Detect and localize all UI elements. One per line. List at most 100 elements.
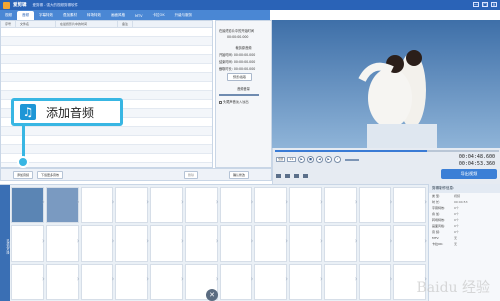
empty-clip-slot	[115, 187, 149, 224]
empty-clip-slot	[219, 225, 253, 262]
clip-duration-input[interactable]: 00:00:00.000	[234, 67, 255, 71]
clip-timeline: 已添加片段	[0, 184, 428, 301]
callout-pointer-dot	[17, 156, 29, 168]
delete-button[interactable]: 删除	[184, 171, 199, 179]
play-icon[interactable]: ▶	[298, 156, 305, 163]
empty-clip-slot	[184, 225, 218, 262]
stop-icon[interactable]: ■	[307, 156, 314, 163]
playback-buttons: 全屏 1:1 ▶ ■ ◀ ▶ ♪	[276, 156, 359, 163]
download-effects-button[interactable]: 下载更多音效	[37, 171, 64, 179]
list-item[interactable]	[1, 64, 212, 73]
tab-mtv[interactable]: MTV	[130, 11, 148, 20]
list-item[interactable]	[1, 55, 212, 64]
empty-clip-slot	[115, 225, 149, 262]
clip-section-title: 裁剪原音频	[235, 46, 252, 50]
empty-clip-slot	[80, 263, 114, 300]
clip-thumbnail[interactable]	[45, 187, 79, 224]
col-filename: 文件名	[16, 21, 57, 27]
tab-subtitle-effects[interactable]: 字幕特效	[34, 11, 58, 20]
tab-picture-style[interactable]: 画面风格	[106, 11, 130, 20]
empty-clip-slot	[184, 187, 218, 224]
watermark: Baidu 经验	[416, 280, 490, 296]
add-audio-button[interactable]: 添加音频	[13, 171, 34, 179]
volume-slider[interactable]	[345, 158, 359, 161]
empty-clip-slot	[323, 225, 357, 262]
list-item[interactable]	[1, 82, 212, 91]
clip-duration-row: 截取时长: 00:00:00.000	[216, 65, 271, 72]
fade-checkbox[interactable]	[219, 100, 222, 104]
empty-clip-slot	[150, 263, 183, 300]
clip-end-label: 结束时间:	[219, 60, 233, 64]
fade-checkbox-row[interactable]: 头尾声音淡入淡出	[216, 98, 271, 105]
seek-bar[interactable]	[275, 150, 499, 152]
callout-pointer-line	[22, 126, 25, 158]
list-item[interactable]	[1, 136, 212, 145]
collapse-icon[interactable]: ✕	[206, 289, 218, 301]
close-button[interactable]: ×	[491, 2, 497, 7]
list-item[interactable]	[1, 127, 212, 136]
prev-frame-icon[interactable]: ◀	[316, 156, 323, 163]
list-item[interactable]	[1, 46, 212, 55]
volume-icon[interactable]: ♪	[334, 156, 341, 163]
empty-clip-slot	[323, 263, 357, 300]
col-index: 序号	[1, 21, 17, 27]
main-tabs: 视频 音频 字幕特效 叠加素材 转场特效 画面风格 MTV 卡拉OK 升级与服务	[0, 10, 270, 20]
original-size-button[interactable]: 1:1	[287, 157, 296, 162]
fullscreen-button[interactable]: 全屏	[276, 157, 285, 162]
empty-clip-slot	[393, 187, 427, 224]
time-readout: 00:04:48.600 00:04:53.360	[459, 154, 495, 168]
empty-clip-slot	[45, 225, 79, 262]
clip-thumbnail[interactable]	[11, 187, 44, 224]
volume-title: 音频音量	[237, 87, 250, 91]
tab-video[interactable]: 视频	[0, 11, 17, 20]
empty-clip-slot	[254, 187, 288, 224]
clip-end-input[interactable]: 00:00:00.000	[234, 60, 255, 64]
list-item[interactable]	[1, 37, 212, 46]
clip-end-row: 结束时间: 00:00:00.000	[216, 58, 271, 65]
empty-clip-slot	[358, 263, 392, 300]
clip-duration-label: 截取时长:	[219, 67, 233, 71]
next-frame-icon[interactable]: ▶	[325, 156, 332, 163]
clip-start-label: 开始时间:	[219, 53, 233, 57]
confirm-button[interactable]: 确认修改	[229, 171, 250, 179]
title-bar: 爱剪辑 爱剪辑 - 强大的视频剪辑软件 — □ ×	[0, 0, 500, 10]
list-item[interactable]	[1, 145, 212, 154]
tab-audio[interactable]: 音频	[17, 11, 34, 20]
tab-transitions[interactable]: 转场特效	[82, 11, 106, 20]
empty-clip-slot	[289, 187, 322, 224]
total-time: 00:04:53.360	[458, 161, 495, 167]
tab-karaoke[interactable]: 卡拉OK	[148, 11, 170, 20]
tab-overlay[interactable]: 叠加素材	[58, 11, 82, 20]
app-title: 爱剪辑	[13, 3, 27, 8]
clip-start-input[interactable]: 00:00:00.000	[234, 53, 255, 57]
empty-clip-slot	[254, 225, 288, 262]
list-item[interactable]	[1, 28, 212, 37]
minimize-button[interactable]: —	[473, 2, 479, 7]
empty-clip-slot	[393, 225, 427, 262]
empty-clip-slot	[323, 187, 357, 224]
empty-clip-slot	[289, 263, 322, 300]
start-time-title: 在最终影片中的开始时间	[219, 29, 255, 33]
screenshot-icon[interactable]	[285, 174, 290, 178]
preview-tools	[276, 174, 308, 178]
preview-clip-button[interactable]: 预览/截取	[227, 73, 253, 81]
timeline-side-label: 已添加片段	[0, 185, 10, 301]
maximize-button[interactable]: □	[482, 2, 488, 7]
col-note: 备注	[118, 21, 134, 27]
audio-list-rows	[1, 28, 212, 163]
share-icon[interactable]	[303, 174, 308, 178]
list-item[interactable]	[1, 154, 212, 163]
save-icon[interactable]	[294, 174, 299, 178]
player-controls: 全屏 1:1 ▶ ■ ◀ ▶ ♪ 00:04:48.600 00:04:53.3…	[272, 148, 500, 184]
col-time: 在最终影片中的时间	[56, 21, 119, 27]
empty-clip-slot	[254, 263, 288, 300]
empty-clip-slot	[289, 225, 322, 262]
tab-upgrade[interactable]: 升级与服务	[170, 11, 198, 20]
start-time-value[interactable]: 00:00:00.000	[224, 34, 271, 40]
empty-clip-slot	[45, 263, 79, 300]
production-info-title: 剪辑制作信息:	[429, 184, 500, 193]
list-item[interactable]	[1, 73, 212, 82]
folder-icon[interactable]	[276, 174, 281, 178]
empty-clip-slot	[11, 225, 44, 262]
export-video-button[interactable]: 导出视频	[441, 169, 497, 179]
